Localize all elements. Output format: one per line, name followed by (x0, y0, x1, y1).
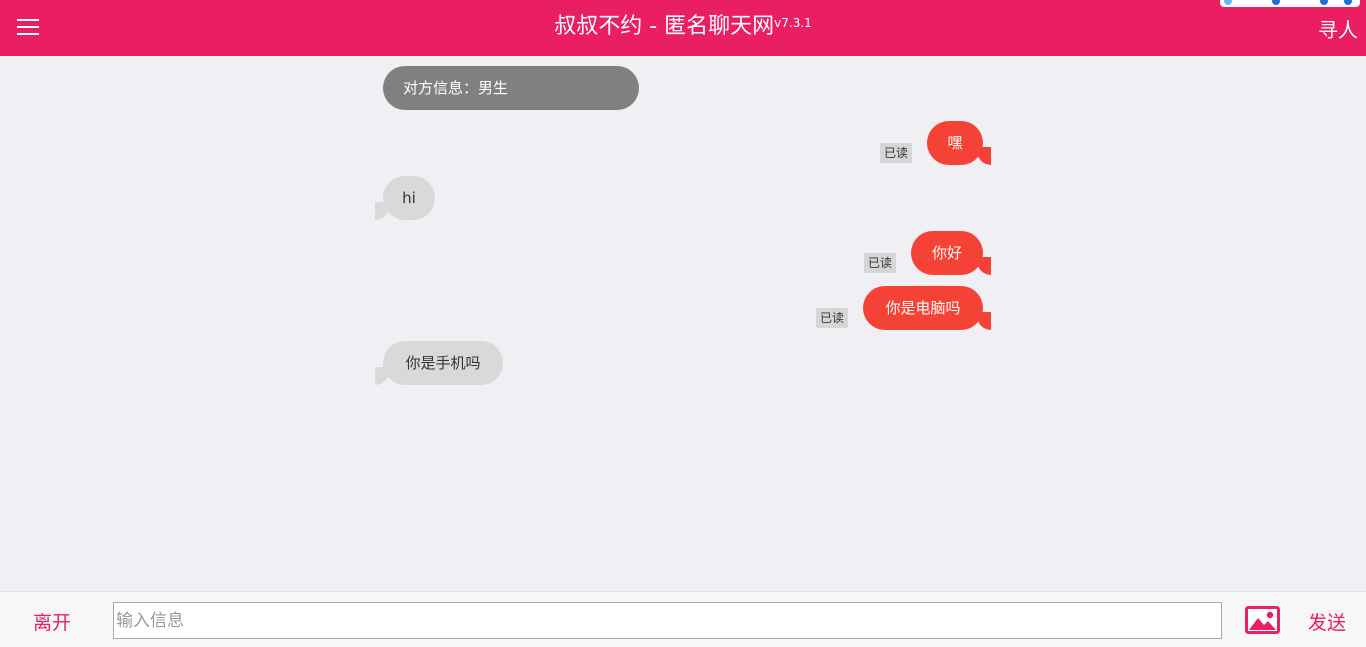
app-title: 叔叔不约 - 匿名聊天网 (554, 14, 775, 39)
bubble-tail (977, 147, 991, 165)
received-message: 你是手机吗 (375, 341, 503, 385)
bubble-tail (375, 202, 389, 220)
send-button[interactable]: 发送 (1308, 608, 1346, 635)
received-message: hi (375, 176, 435, 220)
page-title: 叔叔不约 - 匿名聊天网v7.3.1 (0, 12, 1366, 42)
leave-button[interactable]: 离开 (33, 608, 71, 635)
find-person-button[interactable]: 寻人 (1318, 14, 1358, 43)
sent-message: 嘿 (927, 121, 991, 165)
message-text: 你是手机吗 (405, 354, 481, 372)
partner-info-message: 对方信息：男生 (383, 66, 639, 110)
bubble-tail (977, 312, 991, 330)
chat-message-list: 对方信息：男生 已读 嘿 hi 已读 你好 已读 你是电脑吗 你是手机吗 (0, 56, 1366, 591)
app-header: 叔叔不约 - 匿名聊天网v7.3.1 寻人 (0, 0, 1366, 56)
chat-input-bar: 离开 发送 (0, 591, 1366, 647)
read-status-badge: 已读 (880, 143, 913, 163)
sent-message: 你好 (911, 231, 991, 275)
message-text: 你是电脑吗 (885, 299, 961, 317)
message-text: hi (402, 189, 416, 207)
bubble-tail (375, 367, 389, 385)
browser-extension-tray (1220, 0, 1360, 7)
extension-icon (1272, 0, 1280, 5)
extension-icon (1224, 0, 1232, 5)
read-status-badge: 已读 (864, 253, 897, 273)
sent-message: 你是电脑吗 (863, 286, 991, 330)
extension-icon (1344, 0, 1352, 5)
bubble-tail (977, 257, 991, 275)
message-text: 对方信息：男生 (403, 79, 509, 97)
extension-icon (1320, 0, 1328, 5)
read-status-badge: 已读 (816, 308, 849, 328)
message-text: 嘿 (947, 134, 963, 152)
version-label: v7.3.1 (774, 16, 812, 30)
image-upload-icon[interactable] (1245, 606, 1280, 634)
message-text: 你好 (931, 244, 962, 262)
message-input[interactable] (113, 602, 1222, 639)
